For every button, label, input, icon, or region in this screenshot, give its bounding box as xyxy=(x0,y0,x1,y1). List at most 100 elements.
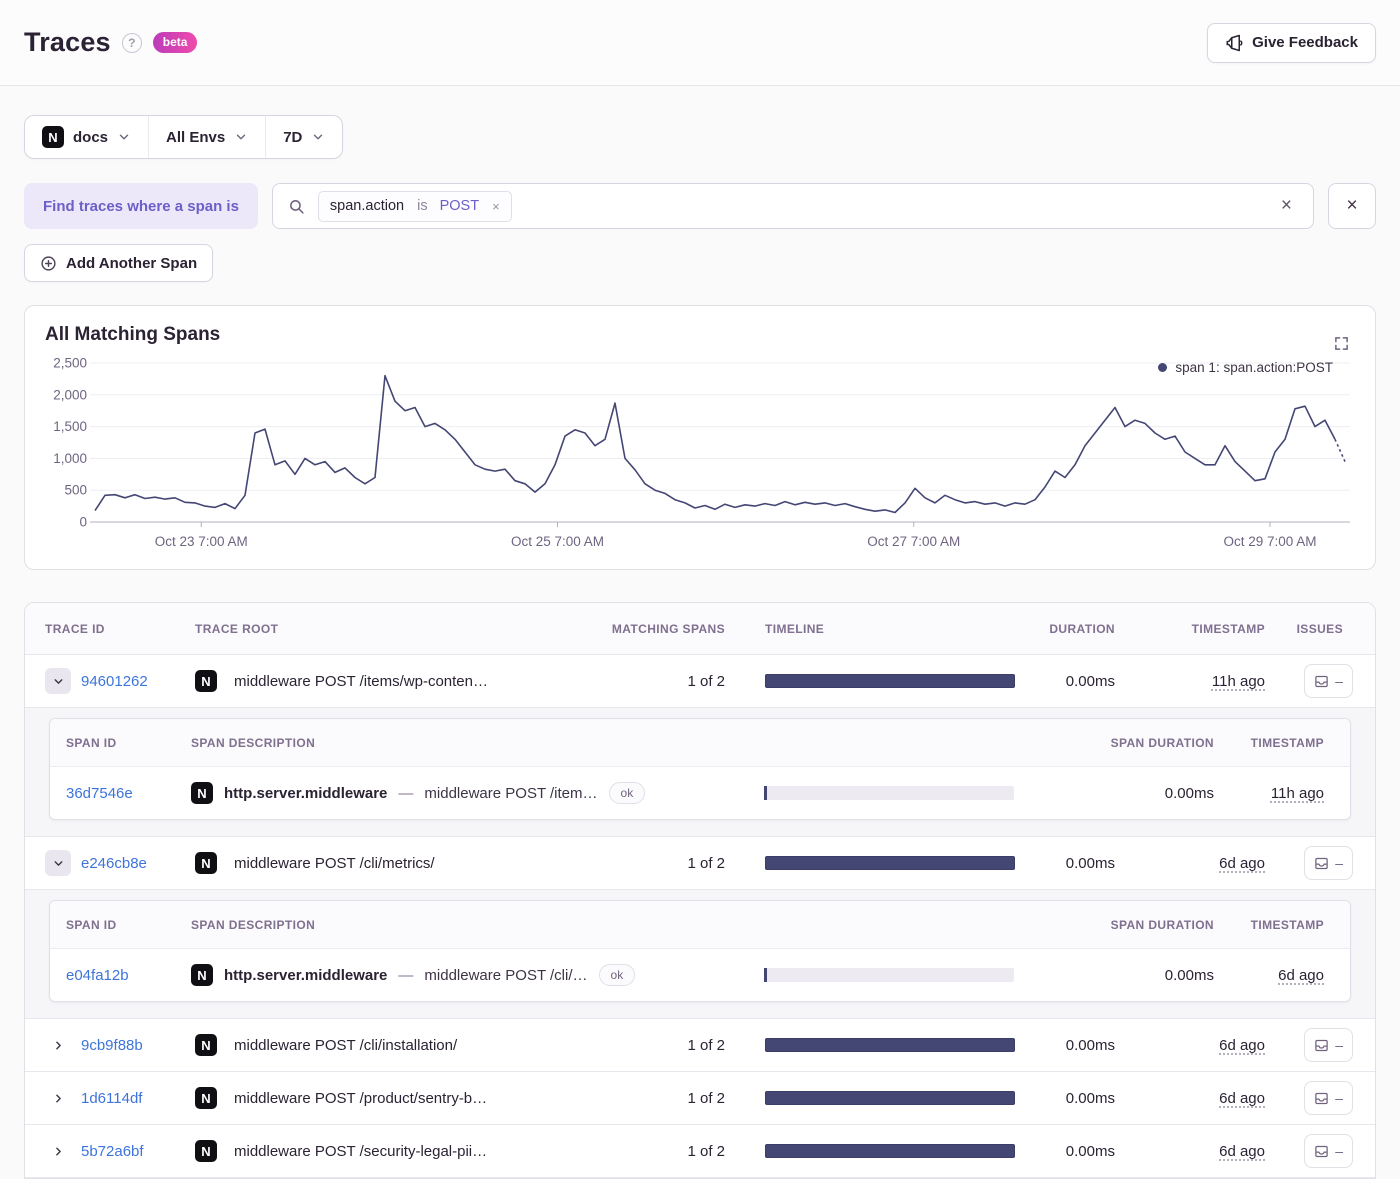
trace-timestamp[interactable]: 11h ago xyxy=(1212,673,1265,690)
token-key[interactable]: span.action xyxy=(323,198,411,214)
issues-icon xyxy=(1315,857,1328,869)
span-id-link[interactable]: 36d7546e xyxy=(66,785,133,802)
trace-timestamp[interactable]: 6d ago xyxy=(1219,1037,1265,1054)
col-duration: DURATION xyxy=(1049,621,1115,636)
remove-span-query-button[interactable]: × xyxy=(1328,183,1376,229)
token-remove-icon[interactable]: × xyxy=(485,199,507,214)
svg-text:1,500: 1,500 xyxy=(53,419,87,434)
search-icon xyxy=(289,199,304,214)
matching-spans-count: 1 of 2 xyxy=(687,854,725,872)
svg-text:2,500: 2,500 xyxy=(53,356,87,371)
span-subtable-body: e04fa12b N http.server.middleware — midd… xyxy=(50,949,1350,1001)
span-subtable-body: 36d7546e N http.server.middleware — midd… xyxy=(50,767,1350,819)
chart-legend[interactable]: span 1: span.action:POST xyxy=(1158,360,1333,375)
matching-spans-count: 1 of 2 xyxy=(687,1142,725,1160)
matching-spans-count: 1 of 2 xyxy=(687,1089,725,1107)
issues-empty-dash: – xyxy=(1335,673,1343,689)
traces-table: TRACE ID TRACE ROOT MATCHING SPANS TIMEL… xyxy=(24,602,1376,1179)
trace-id-link[interactable]: 9cb9f88b xyxy=(81,1037,143,1054)
date-range-filter[interactable]: 7D xyxy=(265,116,342,158)
col-span-description: SPAN DESCRIPTION xyxy=(191,735,316,750)
nextjs-project-icon: N xyxy=(191,964,213,986)
col-matching-spans: MATCHING SPANS xyxy=(611,621,725,636)
issues-empty-dash: – xyxy=(1335,1143,1343,1159)
nextjs-project-icon: N xyxy=(195,852,217,874)
trace-root-text: middleware POST /product/sentry-b… xyxy=(234,1089,488,1107)
issues-button[interactable]: – xyxy=(1304,1028,1353,1062)
svg-text:Oct 27 7:00 AM: Oct 27 7:00 AM xyxy=(867,534,960,549)
timeline-bar xyxy=(765,1144,1015,1158)
circle-plus-icon xyxy=(41,255,56,271)
timeline-bar xyxy=(765,1091,1015,1105)
token-value[interactable]: POST xyxy=(434,198,485,214)
issues-icon xyxy=(1315,1145,1328,1157)
expand-chevron[interactable] xyxy=(45,668,71,694)
expand-chevron[interactable] xyxy=(45,1032,71,1058)
col-span-id: SPAN ID xyxy=(66,735,117,750)
svg-text:Oct 29 7:00 AM: Oct 29 7:00 AM xyxy=(1223,534,1316,549)
svg-text:2,000: 2,000 xyxy=(53,387,87,402)
trace-row: 9cb9f88b N middleware POST /cli/installa… xyxy=(25,1019,1375,1072)
trace-root-text: middleware POST /items/wp-conten… xyxy=(234,672,488,690)
trace-id-link[interactable]: 1d6114df xyxy=(81,1090,142,1107)
span-timestamp[interactable]: 11h ago xyxy=(1271,785,1324,802)
svg-text:Oct 25 7:00 AM: Oct 25 7:00 AM xyxy=(511,534,604,549)
span-search-input[interactable]: span.action is POST × × xyxy=(271,183,1314,229)
span-subtable-header: SPAN ID SPAN DESCRIPTION SPAN DURATION T… xyxy=(50,719,1350,767)
page-filter-bar: N docs All Envs 7D xyxy=(24,115,344,159)
help-icon[interactable]: ? xyxy=(121,32,142,53)
trace-duration: 0.00ms xyxy=(1065,672,1115,690)
all-matching-spans-panel: All Matching Spans span 1: span.action:P… xyxy=(24,305,1376,570)
issues-icon xyxy=(1315,1092,1328,1104)
search-token[interactable]: span.action is POST × xyxy=(317,190,512,222)
nextjs-project-icon: N xyxy=(195,670,217,692)
span-row: 36d7546e N http.server.middleware — midd… xyxy=(50,767,1350,819)
expand-chevron[interactable] xyxy=(45,1085,71,1111)
environment-filter[interactable]: All Envs xyxy=(148,116,265,158)
span-status-badge: ok xyxy=(608,782,646,804)
date-range-filter-label: 7D xyxy=(283,128,303,146)
separator-dash: — xyxy=(398,966,414,984)
token-operator[interactable]: is xyxy=(411,198,433,214)
traces-table-header: TRACE ID TRACE ROOT MATCHING SPANS TIMEL… xyxy=(25,603,1375,655)
chevron-down-icon xyxy=(119,134,129,140)
trace-timestamp[interactable]: 6d ago xyxy=(1219,1090,1265,1107)
span-id-link[interactable]: e04fa12b xyxy=(66,967,129,984)
project-filter[interactable]: N docs xyxy=(25,116,148,158)
issues-icon xyxy=(1315,675,1328,687)
trace-id-link[interactable]: e246cb8e xyxy=(81,855,147,872)
span-timestamp[interactable]: 6d ago xyxy=(1278,967,1324,984)
col-span-duration: SPAN DURATION xyxy=(1110,735,1214,750)
span-operation: http.server.middleware xyxy=(224,966,388,984)
give-feedback-button[interactable]: Give Feedback xyxy=(1207,22,1376,63)
expand-chevron[interactable] xyxy=(45,850,71,876)
svg-text:0: 0 xyxy=(79,515,87,530)
trace-timestamp[interactable]: 6d ago xyxy=(1219,855,1265,872)
trace-row: e246cb8e N middleware POST /cli/metrics/… xyxy=(25,837,1375,890)
trace-duration: 0.00ms xyxy=(1065,854,1115,872)
matching-spans-count: 1 of 2 xyxy=(687,1036,725,1054)
issues-icon xyxy=(1315,1039,1328,1051)
add-another-span-button[interactable]: Add Another Span xyxy=(24,244,214,282)
issues-empty-dash: – xyxy=(1335,1090,1343,1106)
trace-id-link[interactable]: 94601262 xyxy=(81,673,148,690)
beta-badge: beta xyxy=(152,32,198,53)
trace-id-link[interactable]: 5b72a6bf xyxy=(81,1143,144,1160)
col-trace-id: TRACE ID xyxy=(45,621,105,636)
trace-duration: 0.00ms xyxy=(1065,1142,1115,1160)
span-operation: http.server.middleware xyxy=(224,784,388,802)
span-timeline-track xyxy=(764,968,1014,982)
clear-search-button[interactable]: × xyxy=(1275,195,1298,217)
fullscreen-icon[interactable] xyxy=(1332,334,1351,353)
col-span-timestamp: TIMESTAMP xyxy=(1250,917,1324,932)
nextjs-project-icon: N xyxy=(42,126,64,148)
trace-timestamp[interactable]: 6d ago xyxy=(1219,1143,1265,1160)
issues-button[interactable]: – xyxy=(1304,1134,1353,1168)
span-row: e04fa12b N http.server.middleware — midd… xyxy=(50,949,1350,1001)
trace-row: 1d6114df N middleware POST /product/sent… xyxy=(25,1072,1375,1125)
expand-chevron[interactable] xyxy=(45,1138,71,1164)
trace-root-text: middleware POST /security-legal-pii… xyxy=(234,1142,488,1160)
issues-button[interactable]: – xyxy=(1304,846,1353,880)
issues-button[interactable]: – xyxy=(1304,1081,1353,1115)
issues-button[interactable]: – xyxy=(1304,664,1353,698)
